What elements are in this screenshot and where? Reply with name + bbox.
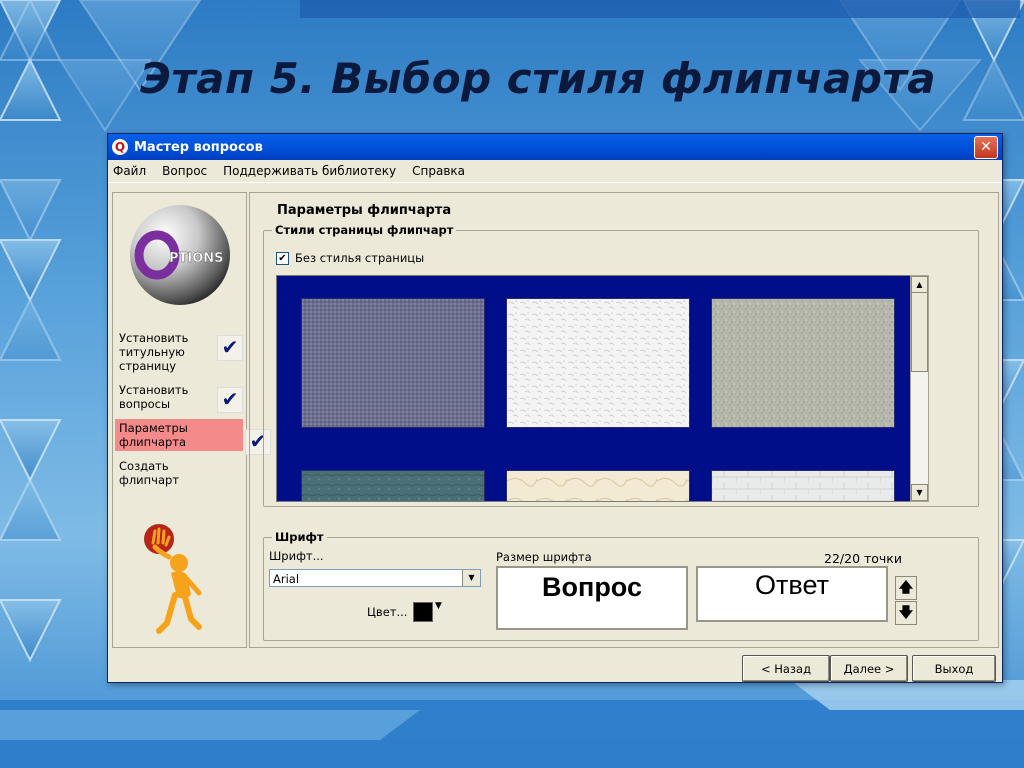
question-preview: Вопрос	[496, 566, 688, 630]
slide-title: Этап 5. Выбор стиля флипчарта	[140, 54, 937, 103]
close-button[interactable]: ✕	[974, 135, 998, 159]
app-logo-icon: Q	[112, 139, 128, 155]
window-title: Мастер вопросов	[134, 139, 263, 155]
logo-text: PTIONS	[169, 251, 224, 266]
font-legend: Шрифт	[272, 530, 327, 544]
menu-library[interactable]: Поддерживать библиотеку	[221, 163, 398, 179]
page-styles-group: Стили страницы флипчарт ✔ Без стилья стр…	[263, 223, 979, 507]
font-select[interactable]: Arial ▼	[269, 569, 481, 587]
font-group: Шрифт Шрифт... Arial ▼ Цвет... ▼ Размер …	[263, 530, 979, 641]
step-questions[interactable]: Установить вопросы ✔	[115, 381, 245, 413]
texture-purple-linen[interactable]	[301, 298, 485, 428]
wizard-steps-pane: PTIONS Установить титульную страницу ✔ У…	[112, 192, 271, 648]
wizard-steps-list: Установить титульную страницу ✔ Установи…	[115, 329, 271, 495]
no-style-checkbox-row[interactable]: ✔ Без стилья страницы	[276, 251, 424, 265]
options-logo: PTIONS	[125, 203, 235, 313]
step-label: Создать флипчарт	[119, 459, 180, 487]
step-title-page[interactable]: Установить титульную страницу ✔	[115, 329, 245, 375]
check-icon: ✔	[217, 335, 243, 361]
color-dropdown-icon[interactable]: ▼	[435, 601, 442, 611]
font-value: Arial	[273, 572, 300, 586]
texture-cream-marble[interactable]	[506, 470, 690, 502]
font-size-label: Размер шрифта	[496, 550, 592, 564]
texture-teal-leather[interactable]	[301, 470, 485, 502]
next-button[interactable]: Далее >	[830, 655, 908, 682]
params-title: Параметры флипчарта	[277, 203, 452, 218]
flipchart-params-pane: Параметры флипчарта Стили страницы флипч…	[249, 192, 999, 648]
no-style-label: Без стилья страницы	[295, 251, 425, 265]
wizard-window: Q Мастер вопросов ✕ Файл Вопрос Поддержи…	[107, 133, 1003, 683]
texture-grey-granite[interactable]	[711, 298, 895, 428]
size-up-button[interactable]: 🡅	[895, 576, 917, 600]
question-preview-text: Вопрос	[542, 572, 642, 602]
options-logo-icon: PTIONS	[130, 205, 230, 305]
step-label: Установить вопросы	[119, 383, 189, 411]
window-titlebar[interactable]: Q Мастер вопросов ✕	[108, 134, 1002, 160]
color-label: Цвет...	[367, 605, 408, 619]
step-label: Параметры флипчарта	[119, 421, 188, 449]
no-style-checkbox[interactable]: ✔	[276, 251, 289, 265]
step-create-flipchart[interactable]: Создать флипчарт	[115, 457, 245, 489]
step-label: Установить титульную страницу	[119, 331, 189, 373]
texture-gallery	[276, 275, 911, 502]
page-styles-legend: Стили страницы флипчарт	[272, 223, 457, 237]
scroll-thumb[interactable]	[911, 292, 928, 372]
dropdown-arrow-icon[interactable]: ▼	[462, 570, 480, 586]
menu-help[interactable]: Справка	[410, 163, 467, 179]
menubar: Файл Вопрос Поддерживать библиотеку Спра…	[108, 160, 1002, 183]
font-label: Шрифт...	[269, 549, 324, 563]
color-swatch[interactable]	[413, 602, 433, 622]
texture-white-stucco[interactable]	[506, 298, 690, 428]
exit-button[interactable]: Выход	[912, 655, 996, 682]
back-button[interactable]: < Назад	[742, 655, 830, 682]
scroll-up-icon[interactable]: ▲	[911, 276, 928, 293]
answer-preview-text: Ответ	[755, 570, 829, 600]
check-icon: ✔	[217, 387, 243, 413]
scroll-down-icon[interactable]: ▼	[911, 484, 928, 501]
answer-preview: Ответ	[696, 566, 888, 622]
texture-scrollbar[interactable]: ▲ ▼	[910, 275, 929, 502]
step-flipchart-params[interactable]: Параметры флипчарта ✔	[115, 419, 271, 455]
size-down-button[interactable]: 🡇	[895, 601, 917, 625]
menu-question[interactable]: Вопрос	[160, 163, 209, 179]
raised-hand-icon	[144, 524, 202, 634]
font-size-value: 22/20 точки	[824, 551, 902, 566]
texture-white-brick[interactable]	[711, 470, 895, 502]
raised-hand-figure	[141, 523, 211, 635]
menu-file[interactable]: Файл	[111, 163, 148, 179]
